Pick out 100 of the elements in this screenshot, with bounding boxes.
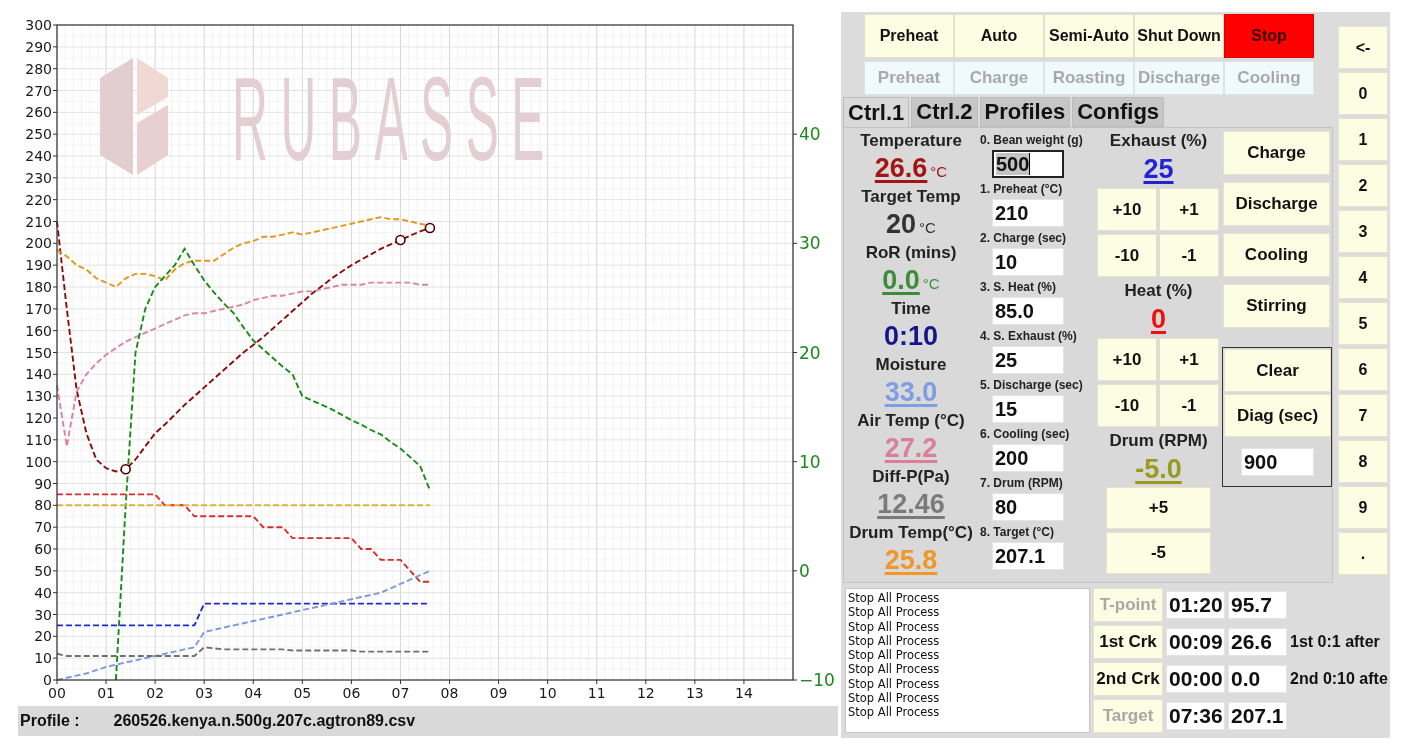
- keypad-button[interactable]: 0: [1338, 72, 1388, 115]
- action-button[interactable]: Discharge: [1223, 182, 1330, 226]
- parameter-label: 2. Charge (sec): [979, 230, 1067, 247]
- tab[interactable]: Ctrl.1: [843, 97, 910, 127]
- action-button[interactable]: Stirring: [1223, 284, 1330, 328]
- axis-tick-label: 40: [34, 584, 52, 601]
- reading-label: RoR (mins): [865, 242, 957, 264]
- input-field[interactable]: 200: [992, 444, 1064, 472]
- time-field[interactable]: 00:09: [1166, 628, 1225, 656]
- axis-tick-label: 05: [293, 685, 312, 701]
- axis-tick-label: 290: [25, 38, 52, 55]
- mode-button[interactable]: Shut Down: [1134, 14, 1224, 58]
- mode-button[interactable]: Semi-Auto: [1044, 14, 1134, 58]
- reading-label: Diff-P(Pa): [872, 466, 950, 488]
- step-button[interactable]: -1: [1159, 384, 1219, 427]
- input-field[interactable]: 210: [992, 199, 1064, 227]
- event-button[interactable]: 2nd Crk: [1093, 662, 1163, 696]
- step-button[interactable]: +1: [1159, 338, 1219, 381]
- input-field[interactable]: 900: [1241, 448, 1314, 476]
- reading-label: Moisture: [875, 354, 947, 376]
- axis-tick-label: 210: [25, 213, 52, 230]
- keypad-button[interactable]: 8: [1338, 440, 1388, 483]
- action-button[interactable]: Cooling: [1223, 233, 1330, 277]
- tab[interactable]: Configs: [1072, 97, 1165, 127]
- keypad-button[interactable]: 9: [1338, 486, 1388, 529]
- profile-label: Profile :: [20, 712, 80, 730]
- axis-tick-label: 09: [489, 685, 508, 701]
- tab[interactable]: Profiles: [979, 97, 1071, 127]
- axis-tick-label: 00: [48, 685, 66, 701]
- keypad-button[interactable]: 4: [1338, 256, 1388, 299]
- adjuster-value: 0: [1151, 304, 1166, 335]
- axis-tick-label: 20: [799, 342, 821, 363]
- axis-tick-label: 170: [25, 300, 52, 317]
- step-button[interactable]: -1: [1159, 234, 1219, 277]
- clear-button[interactable]: Clear: [1224, 349, 1331, 392]
- parameter-label: 0. Bean weight (g): [979, 132, 1083, 149]
- step-button[interactable]: -5: [1106, 532, 1211, 574]
- time-field[interactable]: 00:00: [1166, 665, 1225, 693]
- input-field[interactable]: 15: [992, 395, 1064, 423]
- input-field[interactable]: 80: [992, 493, 1064, 521]
- axis-tick-label: 13: [685, 685, 704, 701]
- log-entry: Stop All Process: [848, 605, 941, 620]
- tab[interactable]: Ctrl.2: [911, 97, 978, 127]
- input-field[interactable]: 25: [992, 346, 1064, 374]
- keypad-button[interactable]: .: [1338, 532, 1388, 575]
- log-entry: Stop All Process: [848, 648, 941, 663]
- axis-tick-label: 08: [440, 685, 459, 701]
- parameter-label: 1. Preheat (°C): [979, 181, 1063, 198]
- profile-filename: 260526.kenya.n.500g.207c.agtron89.csv: [113, 712, 416, 730]
- keypad-button[interactable]: 2: [1338, 164, 1388, 207]
- action-button[interactable]: Charge: [1223, 131, 1330, 175]
- reading-value: 33.0: [884, 377, 938, 408]
- reading-label: Time: [891, 298, 931, 320]
- keypad-button[interactable]: 3: [1338, 210, 1388, 253]
- reading-value: 0:10: [883, 321, 938, 352]
- mode-button[interactable]: Preheat: [864, 14, 954, 58]
- event-note: 2nd 0:10 afte: [1290, 670, 1388, 688]
- keypad-button[interactable]: 6: [1338, 348, 1388, 391]
- axis-tick-label: 50: [34, 562, 52, 579]
- input-field[interactable]: 85.0: [992, 297, 1064, 325]
- step-button[interactable]: +10: [1097, 188, 1157, 231]
- stop-button[interactable]: Stop: [1224, 14, 1314, 58]
- event-note: 1st 0:1 after: [1290, 633, 1380, 651]
- adjuster-value: -5.0: [1135, 454, 1182, 485]
- axis-tick-label: −10: [799, 670, 835, 690]
- step-button[interactable]: +5: [1106, 487, 1211, 529]
- input-field[interactable]: 207.1: [992, 542, 1064, 570]
- temperature-field[interactable]: 0.0: [1228, 665, 1287, 693]
- mode-button[interactable]: Auto: [954, 14, 1044, 58]
- input-field[interactable]: 10: [992, 248, 1064, 276]
- axis-tick-label: 200: [25, 235, 52, 252]
- parameter-label: 3. S. Heat (%): [979, 279, 1057, 296]
- keypad-button[interactable]: 1: [1338, 118, 1388, 161]
- reading-value: 0.0: [882, 265, 920, 296]
- step-button[interactable]: -10: [1097, 234, 1157, 277]
- axis-tick-label: 100: [25, 453, 52, 470]
- axis-tick-label: 180: [25, 279, 52, 295]
- keypad-button[interactable]: 7: [1338, 394, 1388, 437]
- log-entry: Stop All Process: [848, 633, 941, 649]
- axis-tick-label: 11: [587, 685, 606, 701]
- event-button[interactable]: 1st Crk: [1093, 625, 1163, 659]
- log-entry: Stop All Process: [848, 691, 941, 706]
- axis-tick-label: 30: [799, 233, 821, 254]
- temperature-field[interactable]: 26.6: [1228, 628, 1287, 656]
- axis-tick-label: 220: [25, 191, 52, 208]
- step-button[interactable]: +10: [1097, 338, 1157, 381]
- step-button[interactable]: -10: [1097, 384, 1157, 427]
- unit-label: °C: [922, 275, 940, 292]
- step-button[interactable]: +1: [1159, 188, 1219, 231]
- axis-tick-label: 07: [391, 685, 410, 701]
- diag-button[interactable]: Diag (sec): [1224, 394, 1331, 437]
- log-entry: Stop All Process: [848, 591, 941, 606]
- keypad-button[interactable]: <-: [1338, 26, 1388, 69]
- reading-label: Temperature: [860, 130, 962, 152]
- adjuster-value: 25: [1143, 154, 1174, 185]
- input-field[interactable]: 500: [992, 150, 1064, 178]
- axis-tick-label: 04: [244, 685, 263, 701]
- keypad-button[interactable]: 5: [1338, 302, 1388, 345]
- axis-tick-label: 70: [34, 519, 52, 536]
- reading-value: 27.2: [884, 433, 938, 464]
